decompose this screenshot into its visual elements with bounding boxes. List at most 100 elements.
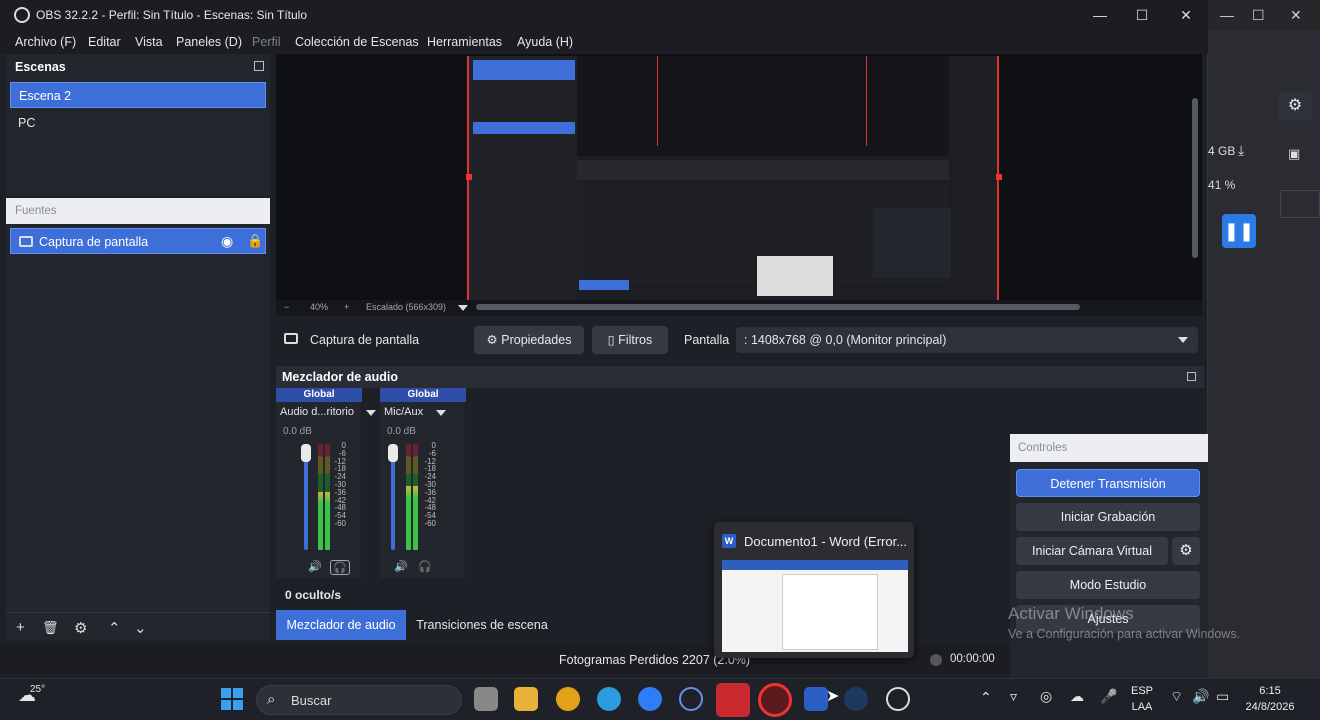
mixer-title: Mezclador de audio	[282, 370, 398, 384]
menu-vista[interactable]: Vista	[135, 35, 163, 49]
opera-icon[interactable]	[758, 683, 792, 717]
language-top[interactable]: ESP	[1128, 685, 1156, 697]
headphones-icon[interactable]: 🎧	[418, 560, 432, 573]
menu-perfil[interactable]: Perfil	[252, 35, 280, 49]
tray-app-icon[interactable]: ▿	[1010, 688, 1017, 705]
volume-slider-handle[interactable]	[388, 444, 398, 462]
tab-mixer[interactable]: Mezclador de audio	[276, 610, 406, 640]
taskbar-search[interactable]: ⌕ Buscar	[256, 685, 462, 715]
mixer-header: Mezclador de audio	[276, 366, 1204, 388]
chat-icon[interactable]: ▣	[1288, 146, 1300, 162]
word-taskbar-icon[interactable]	[804, 687, 828, 711]
gear-icon: ⚙	[486, 333, 498, 347]
down-arrow-icon[interactable]: ⌄	[134, 619, 147, 637]
controls-title: Controles	[1018, 442, 1068, 454]
mixer-channel-mic: Global Mic/Aux 0.0 dB 0 -6 -12 -18 -24 -30 -36…	[380, 388, 466, 578]
app-icon[interactable]	[679, 687, 703, 711]
scene-item[interactable]: PC	[10, 110, 266, 136]
start-recording-button[interactable]: Iniciar Grabación	[1016, 503, 1200, 531]
source-item[interactable]: Captura de pantalla ◉ 🔒	[10, 228, 266, 254]
source-toolbar: Captura de pantalla ⚙ Propiedades ▯ Filt…	[276, 322, 1202, 358]
word-thumbnail-preview[interactable]: W Documento1 - Word (Error...	[714, 522, 914, 658]
tray-cloud-icon[interactable]: ☁	[1070, 688, 1084, 705]
language-bottom[interactable]: LAA	[1128, 701, 1156, 713]
undock-icon[interactable]	[1187, 372, 1196, 381]
add-icon[interactable]: +	[16, 619, 25, 636]
speaker-icon[interactable]: 🔊	[308, 560, 322, 573]
wps-icon[interactable]	[716, 683, 750, 717]
lock-icon[interactable]: 🔒	[247, 233, 263, 249]
clock-date[interactable]: 24/8/2026	[1240, 701, 1300, 713]
menu-archivo[interactable]: Archivo (F)	[15, 35, 76, 49]
speaker-icon[interactable]: 🔊	[394, 560, 408, 573]
channel-menu-icon[interactable]	[436, 410, 446, 416]
meter-scale: 0 -6 -12 -18 -24 -30 -36 -42 -48 -54 -60	[420, 442, 436, 528]
temperature: 25°	[30, 684, 46, 695]
zoom-in-button[interactable]: +	[344, 302, 349, 312]
bg-minimize-button[interactable]: —	[1220, 7, 1234, 23]
messenger-icon[interactable]	[638, 687, 662, 711]
level-meter	[318, 444, 323, 550]
scene-toolbar: + 🗑 ⚙ ⌃ ⌄	[6, 612, 270, 640]
download-icon[interactable]: ⤓	[1238, 142, 1244, 159]
gear-icon[interactable]: ⚙	[74, 619, 87, 637]
wifi-icon[interactable]: ⌔	[1170, 688, 1183, 706]
up-arrow-icon[interactable]: ⌃	[108, 619, 121, 637]
microphone-icon[interactable]: 🎤	[1100, 688, 1117, 705]
thumbnail-title: Documento1 - Word (Error...	[744, 534, 908, 549]
menu-editar[interactable]: Editar	[88, 35, 121, 49]
menu-coleccion[interactable]: Colección de Escenas	[295, 35, 419, 49]
filters-button[interactable]: ▯ Filtros	[592, 326, 668, 354]
sources-dock: Captura de pantalla ◉ 🔒	[6, 224, 270, 612]
task-view-icon[interactable]	[474, 687, 498, 711]
virtual-camera-button[interactable]: Iniciar Cámara Virtual	[1016, 537, 1168, 565]
eye-icon[interactable]: ◉	[221, 233, 233, 250]
bg-settings-icon[interactable]: ⚙	[1278, 92, 1312, 120]
maximize-button[interactable]: ☐	[1130, 5, 1154, 25]
battery-icon[interactable]: ▭	[1216, 688, 1229, 705]
headphones-icon[interactable]: 🎧	[330, 560, 350, 575]
start-button[interactable]	[221, 688, 243, 710]
monitor-select[interactable]: : 1408x768 @ 0,0 (Monitor principal)	[736, 327, 1198, 353]
preview-vscrollbar[interactable]	[1192, 98, 1198, 258]
volume-icon[interactable]: 🔊	[1192, 688, 1209, 705]
trash-icon[interactable]: 🗑	[42, 620, 59, 636]
channel-db: 0.0 dB	[283, 426, 312, 437]
scale-dropdown-icon[interactable]	[458, 305, 468, 311]
menu-paneles[interactable]: Paneles (D)	[176, 35, 242, 49]
meter-scale: 0 -6 -12 -18 -24 -30 -36 -42 -48 -54 -60	[330, 442, 346, 528]
virtual-camera-settings-icon[interactable]: ⚙	[1172, 537, 1200, 565]
menu-herramientas[interactable]: Herramientas	[427, 35, 502, 49]
file-explorer-icon[interactable]	[514, 687, 538, 711]
preview-screen-capture	[467, 56, 999, 300]
preview-canvas[interactable]	[276, 54, 1202, 300]
menu-ayuda[interactable]: Ayuda (H)	[517, 35, 573, 49]
preview-zoom-bar: − 40% + Escalado (566x309)	[276, 300, 1202, 316]
steam-icon[interactable]	[844, 687, 868, 711]
channel-menu-icon[interactable]	[366, 410, 376, 416]
pause-icon[interactable]: ❚❚	[1222, 214, 1256, 248]
volume-slider-handle[interactable]	[301, 444, 311, 462]
obs-taskbar-icon[interactable]	[886, 687, 910, 711]
controls-dock: Controles Detener Transmisión Iniciar Gr…	[1010, 434, 1208, 678]
scene-item[interactable]: Escena 2	[10, 82, 266, 108]
search-icon: ⌕	[267, 691, 276, 708]
studio-mode-button[interactable]: Modo Estudio	[1016, 571, 1200, 599]
undock-icon[interactable]	[254, 61, 264, 71]
bg-close-button[interactable]: ✕	[1290, 7, 1302, 24]
edge-icon[interactable]	[597, 687, 621, 711]
close-button[interactable]: ✕	[1174, 5, 1198, 25]
clock-time[interactable]: 6:15	[1240, 685, 1300, 697]
tray-opera-icon[interactable]: ◎	[1040, 688, 1052, 705]
preview-hscrollbar[interactable]	[476, 304, 1080, 310]
tab-transitions[interactable]: Transiciones de escena	[410, 610, 554, 640]
properties-button[interactable]: ⚙ Propiedades	[474, 326, 584, 354]
menu-bar: Archivo (F) Editar Vista Paneles (D) Per…	[0, 30, 1208, 54]
bg-maximize-button[interactable]: ☐	[1252, 7, 1265, 24]
tray-chevron-icon[interactable]: ⌃	[980, 689, 992, 706]
minimize-button[interactable]: —	[1088, 5, 1112, 25]
scene-label: Escena 2	[19, 89, 72, 103]
chrome-icon[interactable]	[556, 687, 580, 711]
stop-stream-button[interactable]: Detener Transmisión	[1016, 469, 1200, 497]
zoom-out-button[interactable]: −	[284, 302, 289, 312]
